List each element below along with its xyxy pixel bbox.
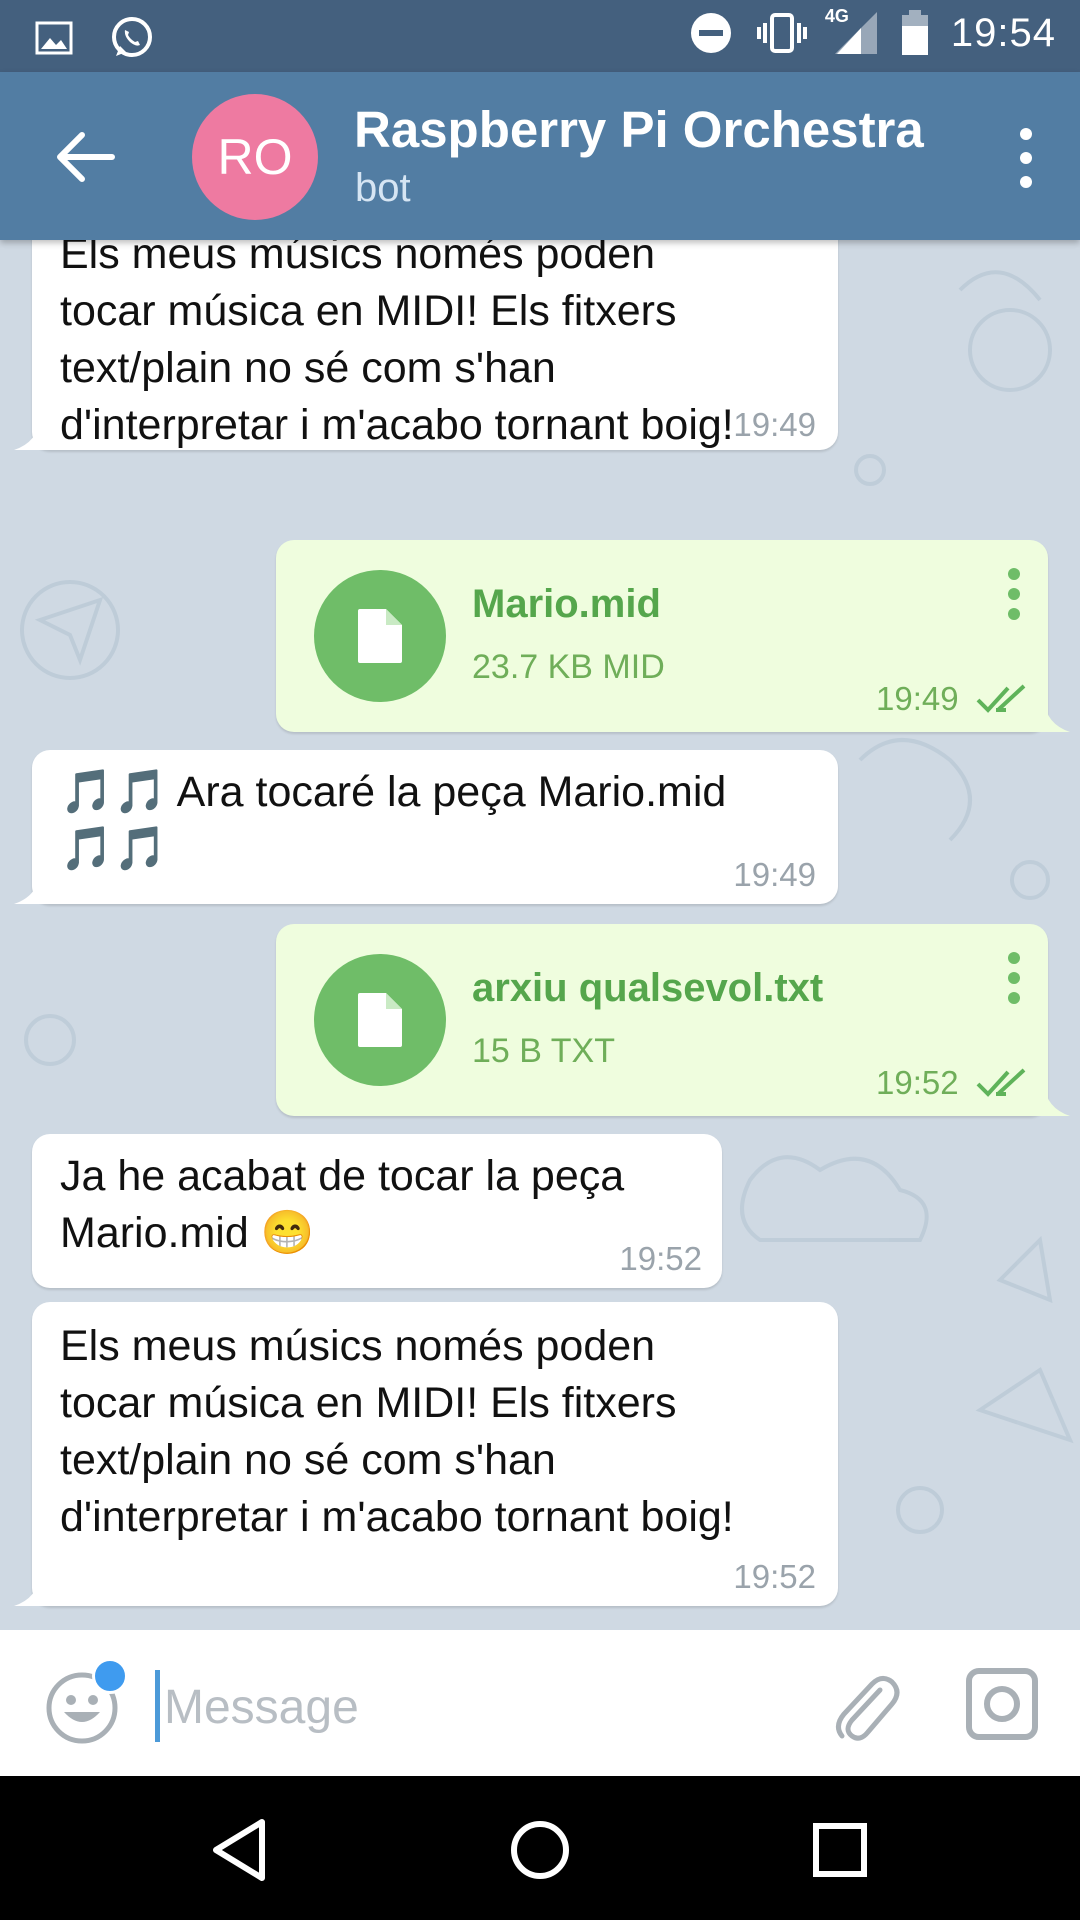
- nav-recents-icon[interactable]: [806, 1816, 874, 1884]
- signal-icon: 4G: [825, 6, 879, 56]
- file-name[interactable]: arxiu qualsevol.txt: [472, 966, 823, 1011]
- message-text: Ja he acabat de tocar la peça Mario.mid …: [60, 1152, 625, 1257]
- battery-icon: [901, 10, 928, 55]
- more-vert-icon[interactable]: [1004, 950, 1024, 1006]
- message-text: 🎵🎵 Ara tocaré la peça Mario.mid 🎵🎵: [60, 768, 727, 873]
- nav-back-icon[interactable]: [206, 1816, 274, 1884]
- file-message-outgoing[interactable]: arxiu qualsevol.txt 15 B TXT 19:52: [276, 924, 1048, 1116]
- clock: 19:54: [950, 10, 1056, 55]
- camera-icon[interactable]: [964, 1666, 1040, 1742]
- message-input[interactable]: [162, 1666, 786, 1748]
- document-icon: [358, 993, 402, 1047]
- attach-paperclip-icon[interactable]: [830, 1670, 900, 1746]
- file-download-button[interactable]: [314, 954, 446, 1086]
- image-icon: [35, 21, 73, 55]
- chat-title[interactable]: Raspberry Pi Orchestra: [354, 100, 924, 159]
- avatar[interactable]: RO: [192, 94, 318, 220]
- message-text: Els meus músics només poden tocar música…: [60, 1322, 734, 1541]
- status-bar: 4G 19:54: [0, 0, 1080, 72]
- do-not-disturb-icon: [690, 13, 731, 53]
- chat-header: RO Raspberry Pi Orchestra bot: [0, 72, 1080, 240]
- double-check-icon: [976, 1068, 1026, 1097]
- system-nav-bar: [0, 1776, 1080, 1920]
- nav-home-icon[interactable]: [506, 1816, 574, 1884]
- vibrate-icon: [756, 13, 807, 53]
- bubble-tail: [1030, 1084, 1070, 1116]
- message-composer: [0, 1630, 1080, 1776]
- file-name[interactable]: Mario.mid: [472, 582, 661, 627]
- message-time: 19:52: [733, 1558, 816, 1595]
- message-time: 19:49: [733, 406, 816, 443]
- more-vert-icon[interactable]: [996, 118, 1056, 198]
- bubble-tail: [14, 418, 54, 450]
- file-size: 23.7 KB MID: [472, 648, 665, 686]
- message-bubble-incoming[interactable]: Els meus músics només poden tocar música…: [32, 1302, 838, 1606]
- double-check-icon: [976, 684, 1026, 713]
- document-icon: [358, 609, 402, 663]
- file-download-button[interactable]: [314, 570, 446, 702]
- message-time: 19:52: [876, 1064, 959, 1101]
- more-vert-icon[interactable]: [1004, 566, 1024, 622]
- file-message-outgoing[interactable]: Mario.mid 23.7 KB MID 19:49: [276, 540, 1048, 732]
- notification-dot: [92, 1658, 128, 1694]
- back-arrow-icon[interactable]: [50, 122, 120, 192]
- message-time: 19:52: [619, 1240, 702, 1277]
- bubble-tail: [1030, 700, 1070, 732]
- chat-subtitle: bot: [355, 166, 411, 210]
- message-time: 19:49: [876, 680, 959, 717]
- message-time: 19:49: [733, 856, 816, 893]
- network-type: 4G: [824, 6, 849, 26]
- message-text: Els meus músics només poden tocar música…: [60, 240, 734, 449]
- message-list[interactable]: Els meus músics només poden tocar música…: [0, 240, 1080, 1630]
- avatar-initials: RO: [217, 129, 293, 185]
- text-cursor: [155, 1670, 160, 1742]
- message-bubble-incoming[interactable]: 🎵🎵 Ara tocaré la peça Mario.mid 🎵🎵 19:49: [32, 750, 838, 904]
- file-size: 15 B TXT: [472, 1032, 615, 1070]
- message-bubble-incoming[interactable]: Els meus músics només poden tocar música…: [32, 240, 838, 450]
- whatsapp-icon: [112, 17, 152, 57]
- message-bubble-incoming[interactable]: Ja he acabat de tocar la peça Mario.mid …: [32, 1134, 722, 1288]
- bubble-tail: [14, 1574, 54, 1606]
- bubble-tail: [14, 872, 54, 904]
